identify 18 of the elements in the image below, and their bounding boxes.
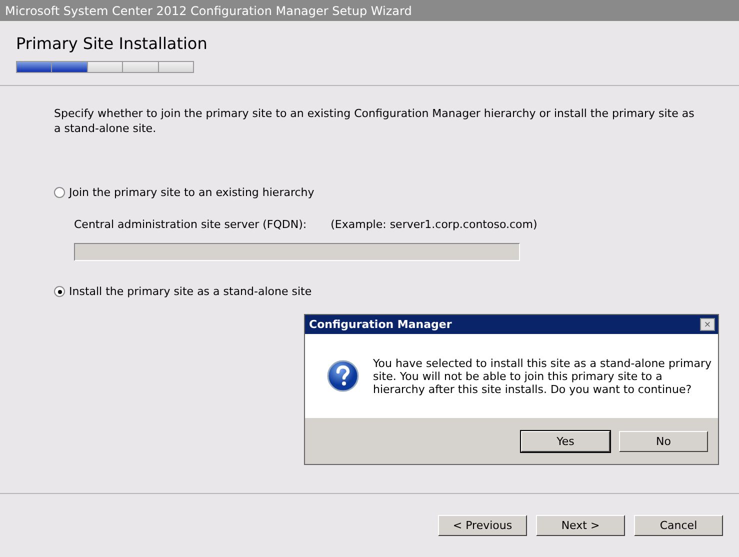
example-text: (Example: server1.corp.contoso.com) — [330, 218, 538, 231]
wizard-button[interactable]: Next > — [536, 515, 625, 536]
radio-button[interactable] — [54, 187, 65, 198]
page-title: Primary Site Installation — [16, 34, 208, 53]
field-label: Central administration site server (FQDN): — [74, 218, 307, 231]
dialog-message: You have selected to install this site as a stand-alone primary site. You will not be able to join this primary site to a hierarchy after this site installs. Do you want to continue? — [373, 356, 712, 396]
option-label: Join the primary site to an existing hierarchy — [69, 186, 314, 199]
option-label: Install the primary site as a stand-alone site — [69, 285, 312, 298]
dialog-title: Configuration Manager — [309, 318, 452, 331]
wizard-button[interactable]: < Previous — [438, 515, 527, 536]
intro-text: Specify whether to join the primary site to an existing Configuration Manager hierarchy or install the primary site as a stand-alone site. — [54, 106, 696, 136]
close-button[interactable]: × — [700, 318, 715, 331]
dialog-button[interactable]: Yes — [521, 430, 610, 452]
dialog-button[interactable]: No — [619, 430, 708, 452]
question-icon — [327, 360, 359, 392]
window-title: Microsoft System Center 2012 Configuration Manager Setup Wizard — [0, 0, 739, 21]
wizard-button[interactable]: Cancel — [634, 515, 723, 536]
radio-button[interactable] — [54, 286, 65, 297]
